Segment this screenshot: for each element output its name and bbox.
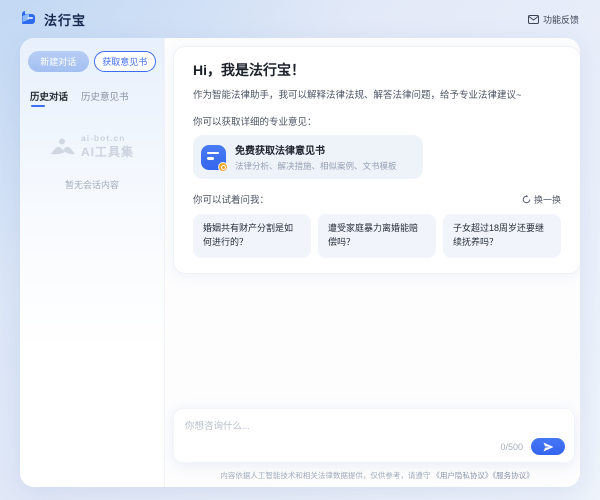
feedback-label: 功能反馈 [543, 13, 579, 26]
watermark-domain: ai-bot.cn [81, 133, 134, 143]
app-window: 新建对话 获取意见书 历史对话 历史意见书 ai-bot.cn AI工具集 暂无… [20, 38, 580, 487]
top-bar: 法行宝 功能反馈 [0, 0, 600, 38]
suggested-question-3[interactable]: 子女超过18周岁还要继续抚养吗？ [443, 214, 561, 258]
tab-history-chats[interactable]: 历史对话 [30, 89, 68, 107]
app-title: 法行宝 [44, 10, 86, 29]
opinion-card-title: 免费获取法律意见书 [235, 142, 397, 157]
suggest-intro-label: 你可以试着问我： [193, 192, 269, 206]
opinion-intro-label: 你可以获取详细的专业意见： [193, 114, 561, 128]
send-icon [543, 442, 554, 452]
welcome-card: Hi，我是法行宝！ 作为智能法律助手，我可以解释法律法规、解答法律问题，给予专业… [173, 46, 580, 274]
app-logo-icon [21, 11, 38, 27]
refresh-questions-button[interactable]: 换一换 [522, 193, 561, 206]
watermark-name: AI工具集 [81, 143, 134, 160]
suggested-question-1[interactable]: 婚姻共有财产分割是如何进行的？ [193, 214, 311, 258]
history-tabs: 历史对话 历史意见书 [30, 89, 154, 107]
disclaimer: 内容依据人工智能技术和相关法律数据提供，仅供参考，请遵守 《用户隐私协议》《服务… [165, 463, 580, 487]
get-legal-opinion-card[interactable]: 免费获取法律意见书 法律分析、解决措施、相似案例、文书模板 [193, 135, 423, 179]
refresh-icon [522, 195, 531, 204]
message-composer: 0/500 [173, 408, 575, 463]
send-button[interactable] [531, 438, 565, 455]
main-content: Hi，我是法行宝！ 作为智能法律助手，我可以解释法律法规、解答法律问题，给予专业… [165, 38, 580, 487]
greeting-subtitle: 作为智能法律助手，我可以解释法律法规、解答法律问题，给予专业法律建议~ [193, 87, 561, 101]
refresh-label: 换一换 [534, 193, 561, 206]
watermark: ai-bot.cn AI工具集 [28, 133, 156, 160]
service-agreement-link[interactable]: 《服务协议》 [492, 471, 533, 480]
suggested-questions: 婚姻共有财产分割是如何进行的？ 遭受家庭暴力离婚能赔偿吗？ 子女超过18周岁还要… [193, 214, 561, 258]
watermark-logo-icon [50, 137, 76, 157]
get-opinion-button[interactable]: 获取意见书 [94, 51, 157, 72]
sidebar: 新建对话 获取意见书 历史对话 历史意见书 ai-bot.cn AI工具集 暂无… [20, 38, 165, 487]
mail-icon [528, 15, 539, 24]
privacy-policy-link[interactable]: 《用户隐私协议》 [432, 471, 492, 480]
feedback-button[interactable]: 功能反馈 [528, 13, 579, 26]
char-counter: 0/500 [500, 442, 523, 452]
legal-document-icon [201, 145, 226, 170]
new-chat-button[interactable]: 新建对话 [28, 51, 89, 72]
app-logo: 法行宝 [21, 10, 86, 29]
greeting-title: Hi，我是法行宝！ [193, 60, 561, 80]
suggested-question-2[interactable]: 遭受家庭暴力离婚能赔偿吗？ [318, 214, 436, 258]
tab-history-opinions[interactable]: 历史意见书 [81, 89, 129, 107]
empty-conversations-text: 暂无会话内容 [28, 178, 156, 191]
disclaimer-text: 内容依据人工智能技术和相关法律数据提供，仅供参考，请遵守 [220, 471, 430, 480]
opinion-card-subtitle: 法律分析、解决措施、相似案例、文书模板 [235, 160, 397, 172]
